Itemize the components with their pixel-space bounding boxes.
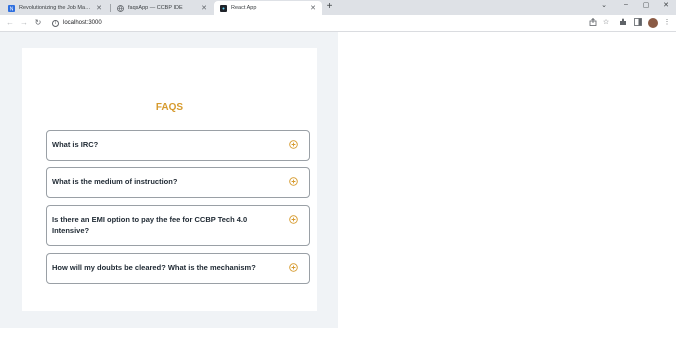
faqs-card: FAQS What is IRC? What is the medium of … [22, 48, 317, 311]
info-icon[interactable]: i [52, 19, 59, 27]
share-icon[interactable] [588, 17, 598, 28]
faq-question: Is there an EMI option to pay the fee fo… [52, 215, 248, 235]
plus-circle-icon[interactable] [289, 136, 298, 149]
browser-tab-title: faqsApp — CCBP IDE [128, 5, 183, 11]
close-icon[interactable]: ✕ [201, 4, 207, 12]
app-background: FAQS What is IRC? What is the medium of … [0, 32, 338, 328]
extensions-icon[interactable] [618, 18, 628, 28]
profile-avatar[interactable] [648, 18, 658, 28]
ccbp-favicon-icon: N [8, 4, 15, 12]
close-icon[interactable]: ✕ [96, 4, 102, 12]
faqs-heading: FAQS [155, 102, 184, 113]
maximize-button[interactable]: ▢ [640, 1, 652, 9]
browser-toolbar: ← → ↻ i localhost:3000 ☆ ⋮ [0, 15, 676, 32]
browser-tab-2[interactable]: faqsApp — CCBP IDE ✕ [111, 1, 213, 15]
minimize-button[interactable]: – [620, 1, 632, 8]
faq-question: What is IRC? [52, 140, 99, 150]
back-arrow-icon[interactable]: ← [4, 17, 16, 29]
faq-question: What is the medium of instruction? [52, 177, 178, 187]
close-icon[interactable]: ✕ [310, 4, 316, 12]
new-tab-button[interactable]: + [324, 2, 335, 13]
globe-icon [117, 4, 124, 12]
svg-text:N: N [10, 6, 14, 12]
more-menu-icon[interactable]: ⋮ [662, 18, 672, 28]
close-window-button[interactable]: ✕ [660, 1, 672, 9]
browser-tab-title: Revolutionizing the Job Market | [19, 5, 93, 11]
faq-item[interactable]: Is there an EMI option to pay the fee fo… [46, 205, 310, 246]
browser-tab-title: React App [231, 5, 257, 11]
page-viewport: FAQS What is IRC? What is the medium of … [0, 32, 676, 360]
plus-circle-icon[interactable] [289, 211, 298, 224]
forward-arrow-icon[interactable]: → [18, 17, 30, 29]
plus-circle-icon[interactable] [289, 173, 298, 186]
address-bar[interactable]: i localhost:3000 [48, 16, 616, 30]
browser-tab-1[interactable]: N Revolutionizing the Job Market | ✕ [2, 1, 108, 15]
react-favicon-icon [220, 4, 227, 12]
faq-item[interactable]: What is IRC? [46, 130, 310, 161]
tab-strip: N Revolutionizing the Job Market | ✕ faq… [0, 0, 676, 15]
plus-circle-icon[interactable] [289, 259, 298, 272]
tab-search-icon[interactable]: ⌄ [598, 1, 610, 9]
browser-tab-3[interactable]: React App ✕ [214, 1, 322, 15]
reload-icon[interactable]: ↻ [32, 17, 44, 29]
faq-item[interactable]: What is the medium of instruction? [46, 167, 310, 198]
side-panel-icon[interactable] [633, 18, 643, 28]
faq-item[interactable]: How will my doubts be cleared? What is t… [46, 253, 310, 284]
bookmark-star-icon[interactable]: ☆ [601, 18, 611, 28]
url-text[interactable]: localhost:3000 [63, 20, 102, 26]
faq-question: How will my doubts be cleared? What is t… [52, 263, 256, 273]
